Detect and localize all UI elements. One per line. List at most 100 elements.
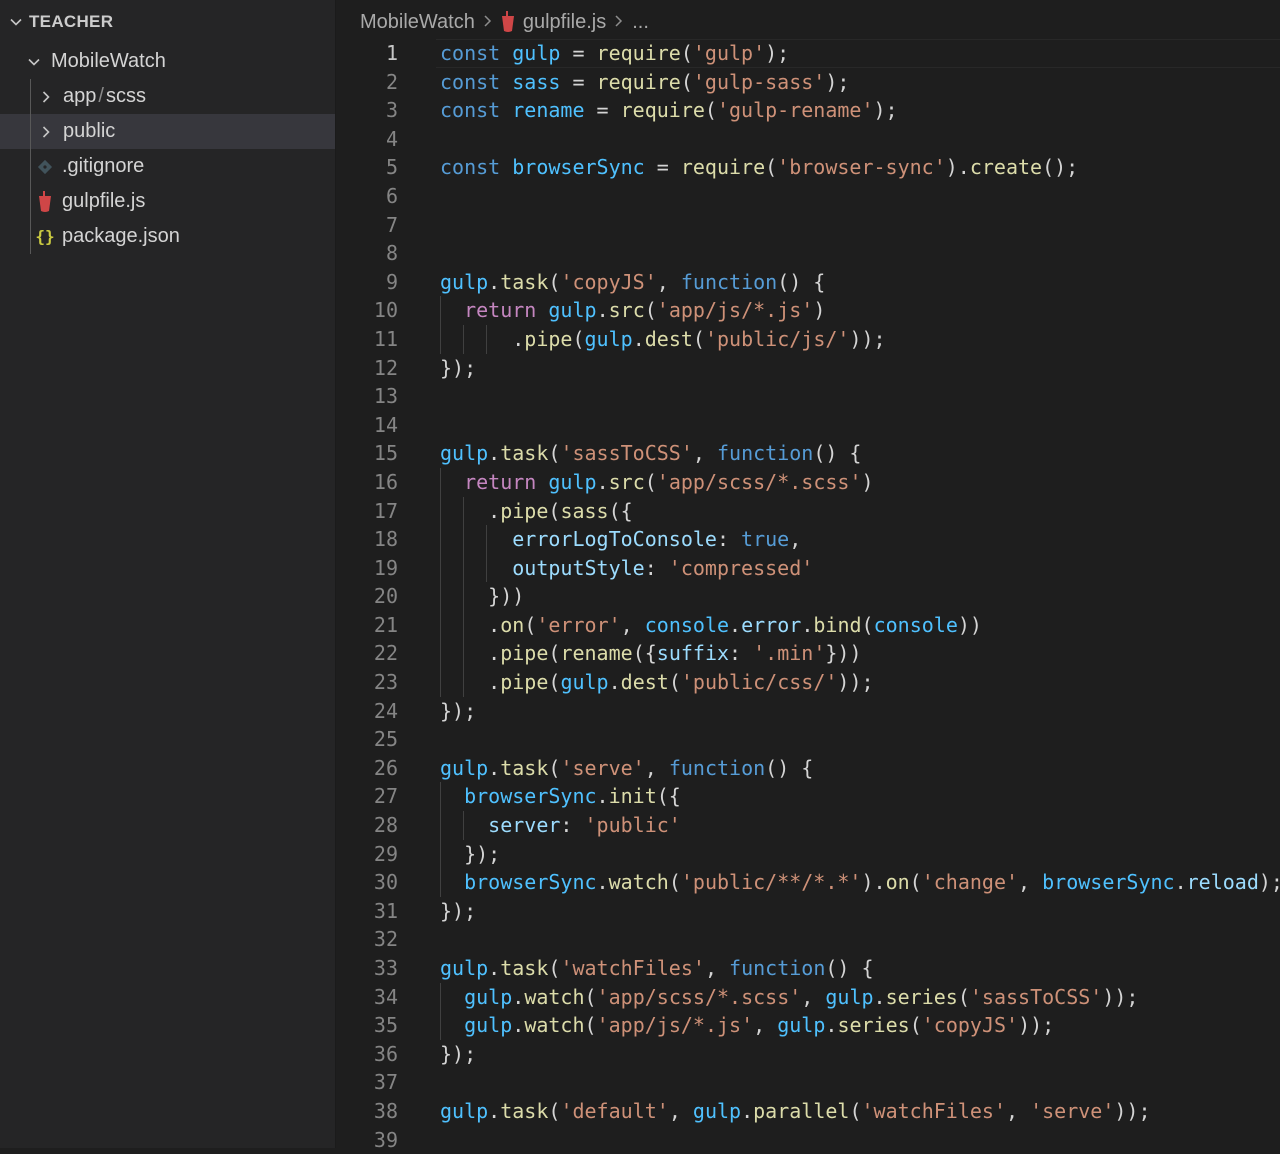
code-token: ,	[620, 612, 645, 637]
code-line[interactable]: 16 return gulp.src('app/scss/*.scss')	[336, 467, 1280, 497]
code-line[interactable]: 22 .pipe(rename({suffix: '.min'}))	[336, 639, 1280, 669]
code-token: require	[596, 69, 681, 94]
code-line[interactable]: 15 gulp.task('sassToCSS', function() {	[336, 439, 1280, 468]
code-line[interactable]: 13	[336, 382, 1280, 411]
code-area[interactable]: 1 const gulp = require('gulp'); 2 const sas…	[336, 39, 1280, 1154]
code-token: :	[729, 641, 754, 666]
code-token: (	[572, 326, 585, 351]
code-token: browserSync	[464, 784, 597, 809]
code-line[interactable]: 31});	[336, 897, 1280, 926]
code-line[interactable]: 32	[336, 925, 1280, 954]
code-line[interactable]: 19 outputStyle: 'compressed'	[336, 553, 1280, 583]
code-text: const gulp = require('gulp');	[440, 39, 789, 68]
code-line[interactable]: 2 const sass = require('gulp-sass');	[336, 68, 1280, 97]
code-line[interactable]: 30 browserSync.watch('public/**/*.*').on…	[336, 868, 1280, 897]
breadcrumb-item[interactable]: MobileWatch	[360, 11, 475, 34]
code-line[interactable]: 27 browserSync.init({	[336, 782, 1280, 812]
code-line[interactable]: 11 .pipe(gulp.dest('public/js/'));	[336, 324, 1280, 354]
code-line[interactable]: 21 .on('error', console.error.bind(conso…	[336, 610, 1280, 640]
code-line[interactable]: 1 const gulp = require('gulp');	[336, 39, 1280, 68]
code-token: (	[548, 269, 561, 294]
code-token: task	[500, 269, 549, 294]
code-line[interactable]: 34 gulp.watch('app/scss/*.scss', gulp.se…	[336, 982, 1280, 1012]
code-token: console	[873, 612, 958, 637]
folder-name-part: app	[63, 85, 97, 107]
code-token: (	[548, 755, 561, 780]
code-token: .	[801, 612, 814, 637]
code-line[interactable]: 37	[336, 1068, 1280, 1097]
code-token: 'public/css/'	[680, 670, 838, 695]
code-token: });	[440, 1041, 477, 1066]
code-token: (	[548, 641, 561, 666]
code-token: (	[704, 98, 717, 123]
code-line[interactable]: 29 });	[336, 839, 1280, 869]
line-number: 33	[373, 956, 398, 980]
code-token: () {	[765, 755, 814, 780]
code-line[interactable]: 39	[336, 1126, 1280, 1154]
code-line[interactable]: 3 const rename = require('gulp-rename');	[336, 96, 1280, 125]
code-token: 'copyJS'	[921, 1013, 1019, 1038]
code-token: 'public/**/*.*'	[680, 870, 862, 895]
code-editor[interactable]: MobileWatch gulpfile.js ... 1 const gulp …	[336, 0, 1280, 1152]
tree-folder-public[interactable]: public	[0, 114, 335, 149]
code-line[interactable]: 17 .pipe(sass({	[336, 496, 1280, 526]
code-token: });	[440, 898, 477, 923]
code-line[interactable]: 10 return gulp.src('app/js/*.js')	[336, 296, 1280, 325]
code-line[interactable]: 23 .pipe(gulp.dest('public/css/'));	[336, 668, 1280, 697]
code-line[interactable]: 33 gulp.task('watchFiles', function() {	[336, 954, 1280, 983]
code-line[interactable]: 25	[336, 725, 1280, 754]
code-token: watch	[608, 870, 669, 895]
code-text: });	[440, 840, 500, 869]
code-token: '.min'	[753, 641, 826, 666]
code-line[interactable]: 24});	[336, 697, 1280, 726]
code-line[interactable]: 12});	[336, 354, 1280, 383]
code-line[interactable]: 26 gulp.task('serve', function() {	[336, 754, 1280, 783]
code-line[interactable]: 6	[336, 182, 1280, 211]
line-number: 26	[373, 755, 398, 780]
explorer-section-header[interactable]: TEACHER	[0, 0, 335, 44]
code-text: gulp.watch('app/scss/*.scss', gulp.serie…	[440, 983, 1138, 1012]
code-token: ();	[1042, 155, 1079, 180]
indent-guide	[30, 184, 31, 219]
code-token: errorLogToConsole	[512, 527, 717, 552]
tree-folder-root[interactable]: MobileWatch	[0, 44, 335, 79]
code-token: .	[608, 670, 621, 695]
line-number: 27	[373, 784, 398, 809]
code-line[interactable]: 4	[336, 125, 1280, 154]
breadcrumb-item[interactable]: ...	[632, 11, 649, 34]
code-line[interactable]: 28 server: 'public'	[336, 811, 1280, 840]
code-token: 'compressed'	[668, 555, 814, 580]
code-line[interactable]: 18 errorLogToConsole: true,	[336, 525, 1280, 554]
code-text: gulp.task('watchFiles', function() {	[440, 954, 874, 983]
code-token: ,	[789, 527, 802, 552]
code-line[interactable]: 14	[336, 411, 1280, 440]
code-token: src	[608, 469, 645, 494]
tree-file-gitignore[interactable]: .gitignore	[0, 149, 335, 184]
chevron-down-icon	[6, 15, 26, 29]
tree-folder-app-scss[interactable]: app / scss	[0, 79, 335, 114]
line-number: 14	[373, 412, 398, 437]
code-text: const rename = require('gulp-rename');	[440, 96, 898, 125]
code-token: .	[596, 870, 609, 895]
code-token: ,	[1018, 870, 1043, 895]
code-line[interactable]: 9 gulp.task('copyJS', function() {	[336, 268, 1280, 297]
code-token: 'app/js/*.js'	[656, 298, 814, 323]
code-line[interactable]: 20 }))	[336, 582, 1280, 611]
breadcrumb-item[interactable]: gulpfile.js	[523, 11, 606, 34]
code-token: ));	[1018, 1013, 1055, 1038]
code-line[interactable]: 7	[336, 211, 1280, 240]
code-line[interactable]: 5 const browserSync = require('browser-sy…	[336, 153, 1280, 182]
code-line[interactable]: 38 gulp.task('default', gulp.parallel('wa…	[336, 1097, 1280, 1126]
code-token: create	[969, 155, 1043, 180]
code-line[interactable]: 35 gulp.watch('app/js/*.js', gulp.series…	[336, 1011, 1280, 1040]
tree-file-package-json[interactable]: {} package.json	[0, 219, 335, 254]
code-line[interactable]: 36});	[336, 1040, 1280, 1069]
line-number: 19	[373, 555, 398, 580]
code-token: 'copyJS'	[560, 269, 657, 294]
code-line[interactable]: 8	[336, 239, 1280, 268]
tree-file-gulpfile[interactable]: gulpfile.js	[0, 184, 335, 219]
code-token: .	[488, 441, 501, 466]
line-number: 22	[373, 641, 398, 666]
